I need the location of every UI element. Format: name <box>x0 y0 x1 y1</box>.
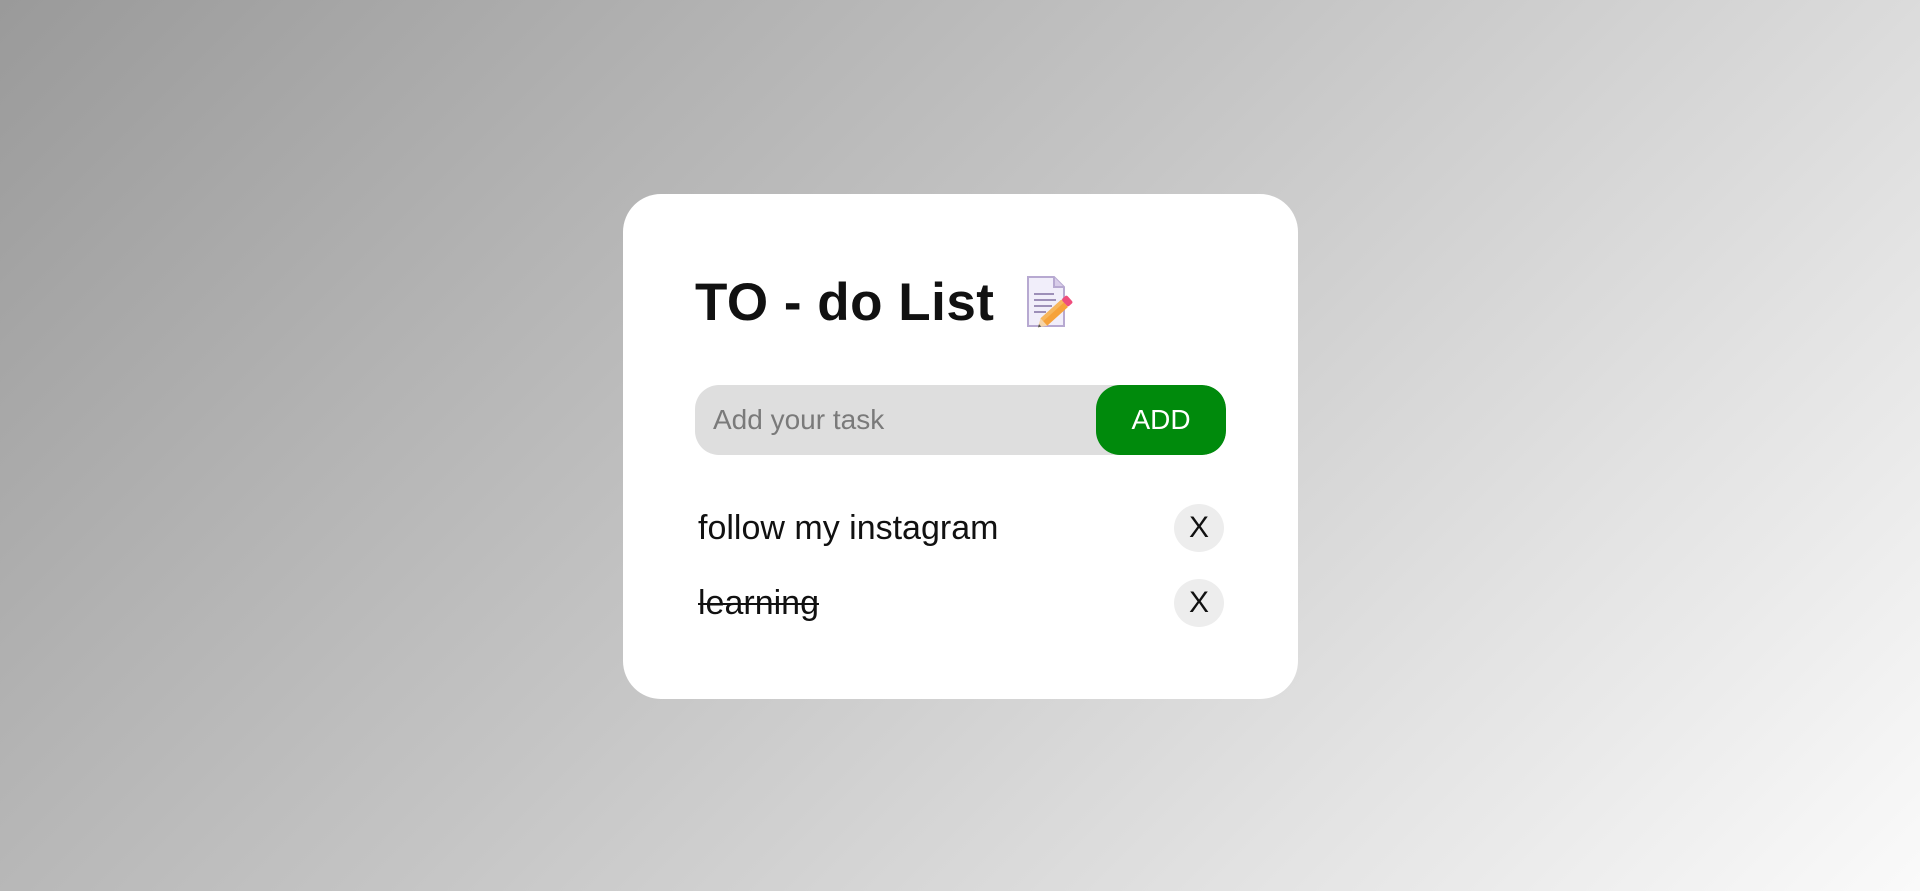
page-title: TO - do List <box>695 272 995 332</box>
task-input[interactable] <box>695 385 1096 455</box>
task-item[interactable]: learning X <box>695 579 1226 627</box>
task-list: follow my instagram X learning X <box>695 504 1226 627</box>
task-text[interactable]: follow my instagram <box>695 509 998 548</box>
delete-task-button[interactable]: X <box>1174 504 1224 552</box>
todo-card: TO - do List ADD <box>623 194 1298 699</box>
add-task-row: ADD <box>695 385 1226 455</box>
memo-pencil-icon <box>1022 274 1076 330</box>
task-text[interactable]: learning <box>695 584 819 623</box>
delete-task-button[interactable]: X <box>1174 579 1224 627</box>
add-button[interactable]: ADD <box>1096 385 1226 455</box>
title-row: TO - do List <box>695 272 1226 332</box>
task-item[interactable]: follow my instagram X <box>695 504 1226 552</box>
